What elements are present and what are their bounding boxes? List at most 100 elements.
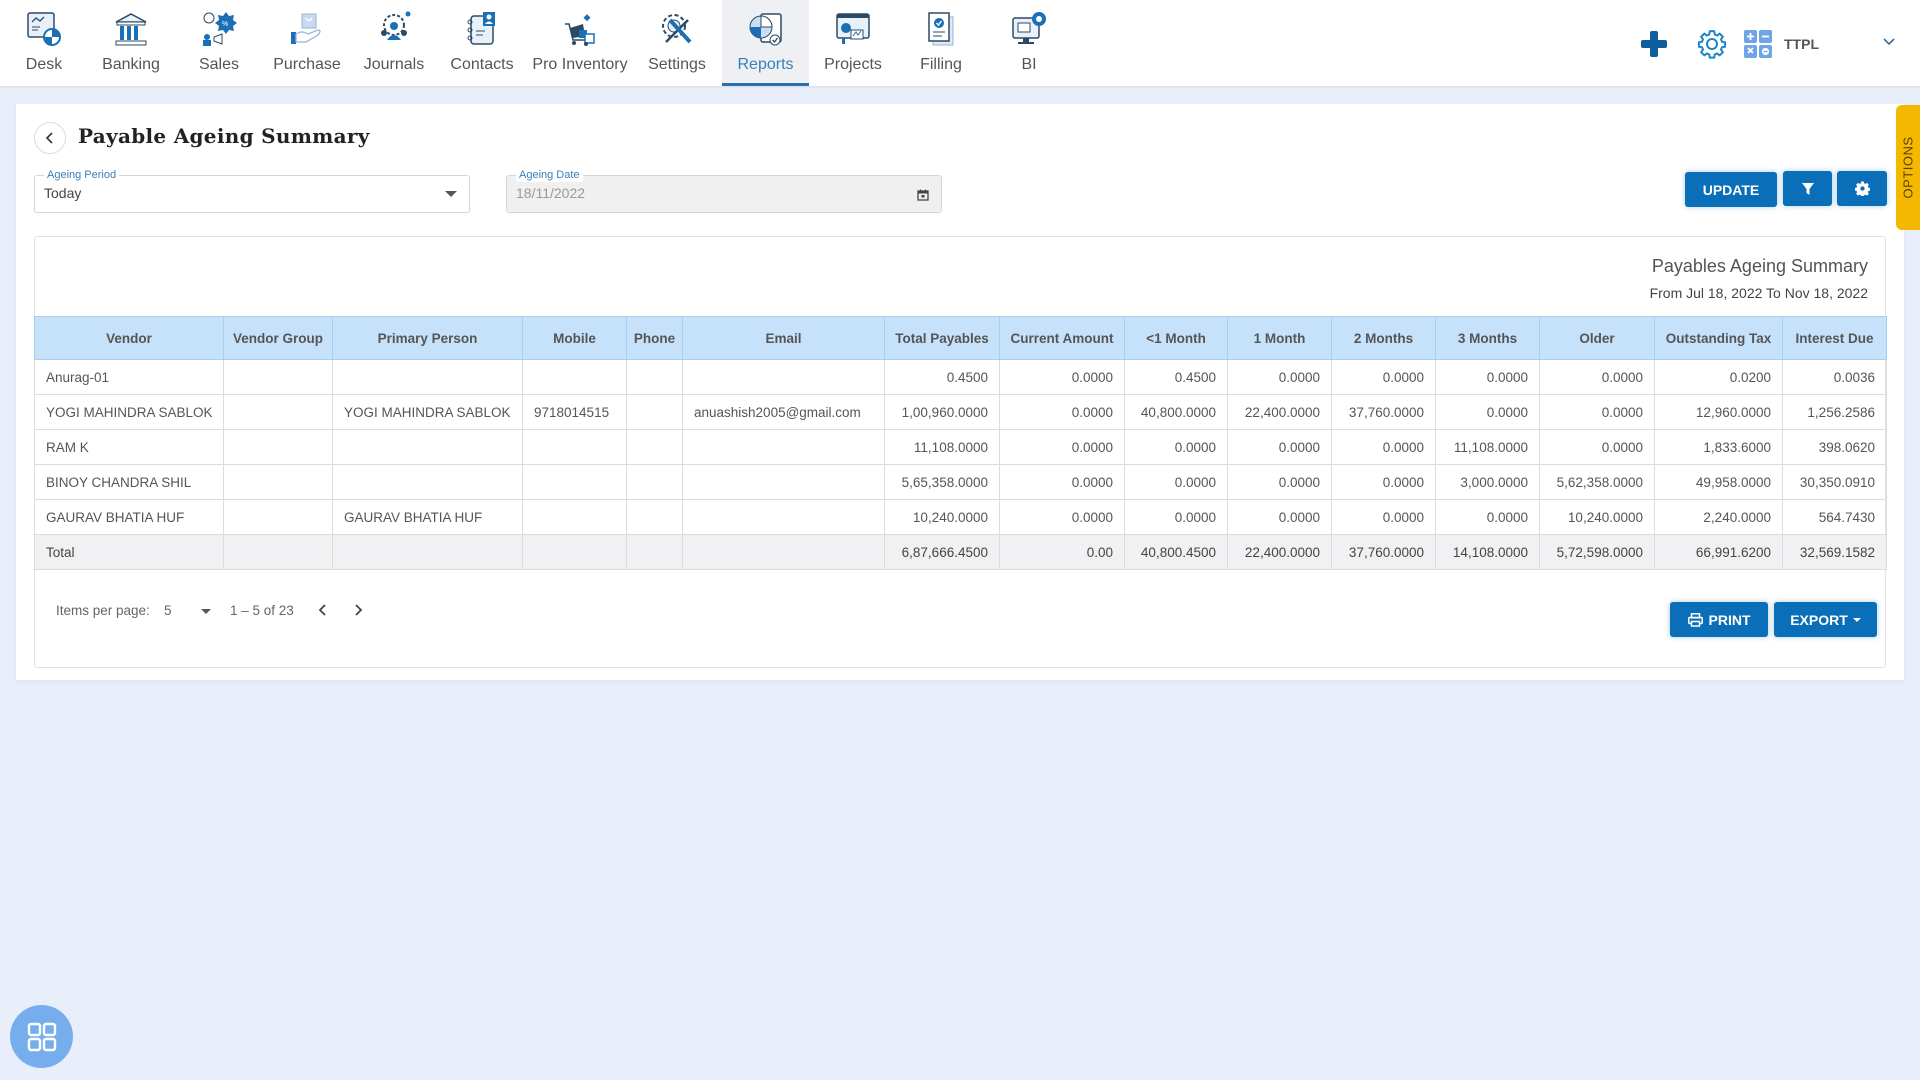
- update-button[interactable]: UPDATE: [1685, 172, 1777, 207]
- column-header: Total Payables: [884, 316, 1000, 360]
- table-cell: [682, 464, 885, 500]
- svg-text:%: %: [222, 21, 228, 28]
- column-header: Interest Due: [1782, 316, 1887, 360]
- print-button[interactable]: PRINT: [1670, 602, 1768, 637]
- nav-label: BI: [1021, 56, 1037, 73]
- apps-menu-button[interactable]: [10, 1005, 73, 1068]
- table-row[interactable]: YOGI MAHINDRA SABLOK YOGI MAHINDRA SABLOK…: [34, 394, 1887, 430]
- chevron-left-icon: [318, 604, 326, 616]
- nav-item-contacts[interactable]: Contacts: [450, 0, 514, 86]
- report-title: Payables Ageing Summary: [1651, 256, 1868, 276]
- table-cell: 22,400.0000: [1227, 394, 1332, 430]
- table-cell: 12,960.0000: [1654, 394, 1783, 430]
- table-cell: [626, 429, 683, 465]
- table-cell: Anurag-01: [34, 359, 224, 395]
- filter-button[interactable]: [1783, 171, 1832, 206]
- filling-icon: [921, 9, 961, 49]
- table-row[interactable]: GAURAV BHATIA HUF GAURAV BHATIA HUF 10,240…: [34, 499, 1887, 535]
- report-settings-button[interactable]: [1837, 171, 1887, 206]
- nav-item-sales[interactable]: % Sales: [192, 0, 246, 86]
- ageing-period-value: Today: [44, 185, 82, 201]
- table-cell: [522, 464, 627, 500]
- table-cell: [332, 359, 523, 395]
- calculator-button[interactable]: [1744, 30, 1772, 63]
- calendar-icon[interactable]: [917, 188, 929, 206]
- total-cell: [626, 534, 683, 570]
- total-cell: Total: [34, 534, 224, 570]
- nav-item-purchase[interactable]: Purchase: [272, 0, 342, 86]
- table-cell: 0.4500: [884, 359, 1000, 395]
- company-dropdown-toggle[interactable]: [1882, 34, 1896, 53]
- table-cell: [223, 464, 333, 500]
- table-cell: 0.0000: [1435, 359, 1540, 395]
- nav-item-journals[interactable]: Journals: [362, 0, 426, 86]
- table-cell: 3,000.0000: [1435, 464, 1540, 500]
- nav-item-filling[interactable]: Filling: [912, 0, 970, 86]
- table-row[interactable]: RAM K 11,108.0000 0.0000 0.0000 0.0000 0.0000…: [34, 429, 1887, 465]
- table-cell: [626, 464, 683, 500]
- nav-item-reports[interactable]: Reports: [722, 0, 809, 86]
- options-tab[interactable]: OPTIONS: [1896, 105, 1920, 230]
- nav-item-settings[interactable]: Settings: [644, 0, 710, 86]
- table-cell: 0.0000: [999, 394, 1125, 430]
- ageing-date-field[interactable]: Ageing Date 18/11/2022: [506, 168, 942, 213]
- add-new-button[interactable]: [1640, 30, 1668, 63]
- table-row[interactable]: BINOY CHANDRA SHIL 5,65,358.0000 0.0000 0.0…: [34, 464, 1887, 500]
- table-cell: 0.0000: [1331, 359, 1436, 395]
- caret-down-icon[interactable]: [201, 609, 211, 614]
- total-cell: 6,87,666.4500: [884, 534, 1000, 570]
- plus-icon: [1641, 31, 1667, 57]
- table-cell: 0.0000: [1227, 429, 1332, 465]
- nav-label: Sales: [198, 56, 240, 73]
- nav-label: Banking: [102, 56, 160, 73]
- table-cell: 0.0200: [1654, 359, 1783, 395]
- nav-item-banking[interactable]: Banking: [98, 0, 164, 86]
- table-cell: anuashish2005@gmail.com: [682, 394, 885, 430]
- ageing-period-select[interactable]: Ageing Period Today: [34, 168, 470, 213]
- table-cell: 0.0000: [999, 499, 1125, 535]
- table-cell: 0.4500: [1124, 359, 1228, 395]
- table-cell: 10,240.0000: [884, 499, 1000, 535]
- nav-item-bi[interactable]: BI: [1000, 0, 1058, 86]
- table-cell: [223, 359, 333, 395]
- table-cell: 1,00,960.0000: [884, 394, 1000, 430]
- chevron-right-icon: [355, 604, 363, 616]
- back-button[interactable]: [34, 122, 66, 154]
- total-cell: [332, 534, 523, 570]
- nav-item-desk[interactable]: Desk: [14, 0, 74, 86]
- reports-icon: [746, 9, 786, 49]
- total-row: Total 6,87,666.4500 0.00 40,800.4500 22,400.…: [34, 534, 1887, 570]
- sales-icon: %: [199, 9, 239, 49]
- table-cell: 0.0000: [999, 359, 1125, 395]
- table-cell: 11,108.0000: [1435, 429, 1540, 465]
- next-page-button[interactable]: [352, 602, 364, 621]
- total-cell: 40,800.4500: [1124, 534, 1228, 570]
- table-cell: YOGI MAHINDRA SABLOK: [332, 394, 523, 430]
- table-cell: [626, 359, 683, 395]
- column-header: Phone: [626, 316, 683, 360]
- chevron-down-icon: [1883, 38, 1895, 46]
- table-cell: GAURAV BHATIA HUF: [34, 499, 224, 535]
- printer-icon: [1687, 612, 1703, 627]
- table-cell: 0.0000: [1539, 429, 1655, 465]
- export-button[interactable]: EXPORT: [1774, 602, 1877, 637]
- table-cell: 0.0000: [1227, 359, 1332, 395]
- column-header: Current Amount: [999, 316, 1125, 360]
- ageing-period-label: Ageing Period: [44, 168, 120, 182]
- nav-item-projects[interactable]: Projects: [820, 0, 886, 86]
- table-cell: 564.7430: [1782, 499, 1887, 535]
- caret-down-icon: [1852, 617, 1861, 622]
- nav-label: Purchase: [273, 56, 341, 73]
- table-row[interactable]: Anurag-01 0.4500 0.0000 0.4500 0.0000 0.0000 0…: [34, 359, 1887, 395]
- settings-button[interactable]: [1696, 28, 1728, 65]
- table-cell: 10,240.0000: [1539, 499, 1655, 535]
- caret-down-icon: [445, 191, 457, 197]
- nav-item-pro-inventory[interactable]: Pro Inventory: [532, 0, 628, 86]
- table-cell: 5,62,358.0000: [1539, 464, 1655, 500]
- report-date-range: From Jul 18, 2022 To Nov 18, 2022: [1649, 285, 1868, 301]
- table-cell: 30,350.0910: [1782, 464, 1887, 500]
- items-per-page-select[interactable]: 5: [164, 603, 172, 618]
- table-cell: 1,256.2586: [1782, 394, 1887, 430]
- previous-page-button[interactable]: [317, 602, 329, 621]
- table-cell: 0.0000: [1435, 394, 1540, 430]
